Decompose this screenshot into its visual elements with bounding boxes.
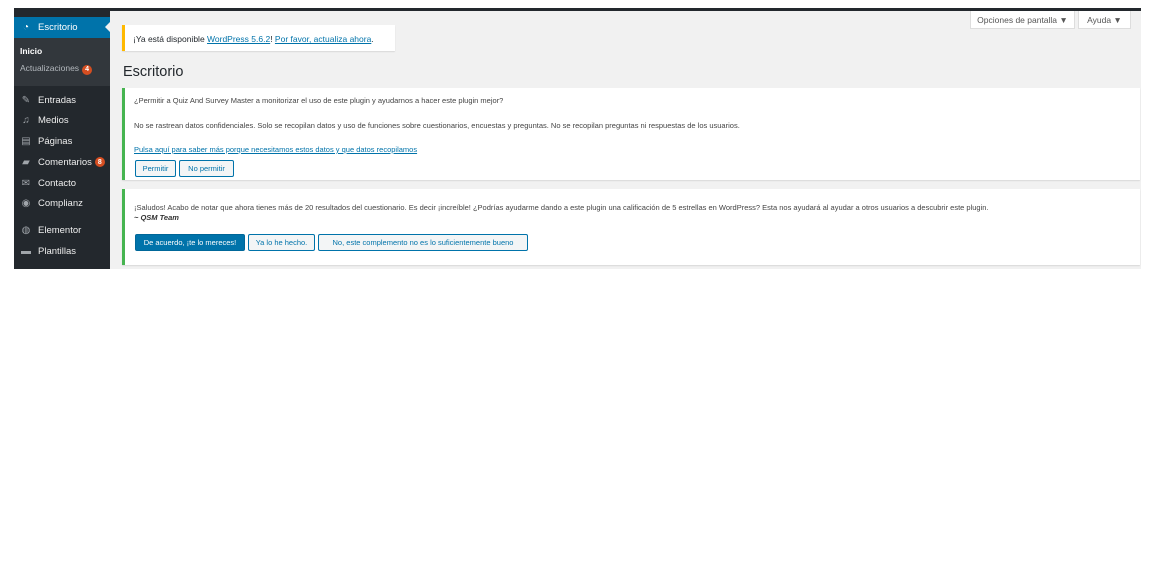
tracking-question: ¿Permitir a Quiz And Survey Master a mon… (134, 96, 504, 105)
review-message: ¡Saludos! Acabo de notar que ahora tiene… (134, 203, 989, 212)
update-nag-text: . (371, 34, 374, 44)
sidebar-item-label: Medios (38, 114, 69, 126)
sidebar-item-elementor[interactable]: ◍ Elementor (14, 220, 110, 240)
media-icon: ♫ (22, 114, 30, 126)
sidebar-item-label: Entradas (38, 94, 77, 106)
review-notice: ¡Saludos! Acabo de notar que ahora tiene… (122, 189, 1140, 265)
help-button[interactable]: Ayuda ▼ (1078, 11, 1131, 29)
allow-button[interactable]: Permitir (135, 160, 176, 177)
sidebar-item-complianz[interactable]: ◉ Complianz (14, 193, 110, 213)
sidebar-item-comentarios[interactable]: ▰ Comentarios 8 (14, 152, 110, 172)
complianz-icon: ◉ (21, 197, 31, 209)
sidebar-item-label: Complianz (38, 197, 83, 209)
sidebar-item-label: Páginas (38, 135, 73, 147)
update-nag-text: ¡Ya está disponible (133, 34, 208, 44)
sidebar-item-contacto[interactable]: ✉ Contacto (14, 173, 110, 193)
updates-count-badge: 4 (82, 64, 93, 75)
comment-icon: ▰ (22, 156, 30, 168)
already-done-button[interactable]: Ya lo he hecho. (248, 234, 315, 251)
folder-icon: ▬ (21, 245, 31, 257)
submenu-item-label: Inicio (20, 46, 43, 56)
current-arrow (105, 22, 110, 32)
page-title: Escritorio (123, 64, 184, 80)
tracking-notice: ¿Permitir a Quiz And Survey Master a mon… (122, 88, 1140, 180)
tracking-info: No se rastrean datos confidenciales. Sol… (134, 121, 740, 130)
update-nag: ¡Ya está disponible WordPress 5.6.2! Por… (122, 25, 395, 51)
sidebar-item-label: Escritorio (38, 22, 78, 33)
decline-review-button[interactable]: No, este complemento no es lo suficiente… (318, 234, 528, 251)
admin-wrap: ◔ Escritorio Inicio Actualizaciones 4 ✎ E… (14, 11, 1141, 269)
update-now-link[interactable]: Por favor, actualiza ahora (275, 34, 371, 44)
page-icon: ▤ (21, 135, 31, 147)
dashboard-submenu: Inicio Actualizaciones 4 (14, 38, 110, 86)
sidebar-item-medios[interactable]: ♫ Medios (14, 110, 110, 130)
pin-icon: ✎ (21, 94, 31, 106)
sidebar-item-entradas[interactable]: ✎ Entradas (14, 90, 110, 110)
sidebar-item-plantillas[interactable]: ▬ Plantillas (14, 241, 110, 261)
sidebar-item-label: Plantillas (38, 245, 77, 257)
sidebar-item-label: Comentarios (38, 156, 92, 168)
screen: ◔ Escritorio Inicio Actualizaciones 4 ✎ E… (0, 0, 1159, 567)
sidebar-item-label: Contacto (38, 177, 77, 189)
sidebar-item-paginas[interactable]: ▤ Páginas (14, 131, 110, 151)
submenu-item-home[interactable]: Inicio (20, 46, 42, 56)
sidebar-item-dashboard[interactable]: ◔ Escritorio (14, 17, 110, 38)
learn-more-link[interactable]: Pulsa aquí para saber más porque necesit… (134, 145, 417, 154)
submenu-item-label: Actualizaciones (20, 63, 80, 73)
dashboard-icon: ◔ (22, 22, 30, 33)
review-signature: ~ QSM Team (134, 213, 179, 222)
deny-button[interactable]: No permitir (179, 160, 234, 177)
agree-review-button[interactable]: De acuerdo, ¡te lo mereces! (135, 234, 245, 251)
submenu-item-updates[interactable]: Actualizaciones 4 (20, 63, 93, 75)
comments-count-badge: 8 (94, 157, 105, 167)
elementor-icon: ◍ (21, 224, 31, 236)
sidebar-item-label: Elementor (38, 224, 82, 236)
mail-icon: ✉ (21, 177, 31, 189)
screen-options-button[interactable]: Opciones de pantalla ▼ (970, 11, 1075, 29)
wordpress-version-link[interactable]: WordPress 5.6.2 (207, 34, 270, 44)
admin-sidebar: ◔ Escritorio Inicio Actualizaciones 4 ✎ E… (14, 11, 110, 269)
